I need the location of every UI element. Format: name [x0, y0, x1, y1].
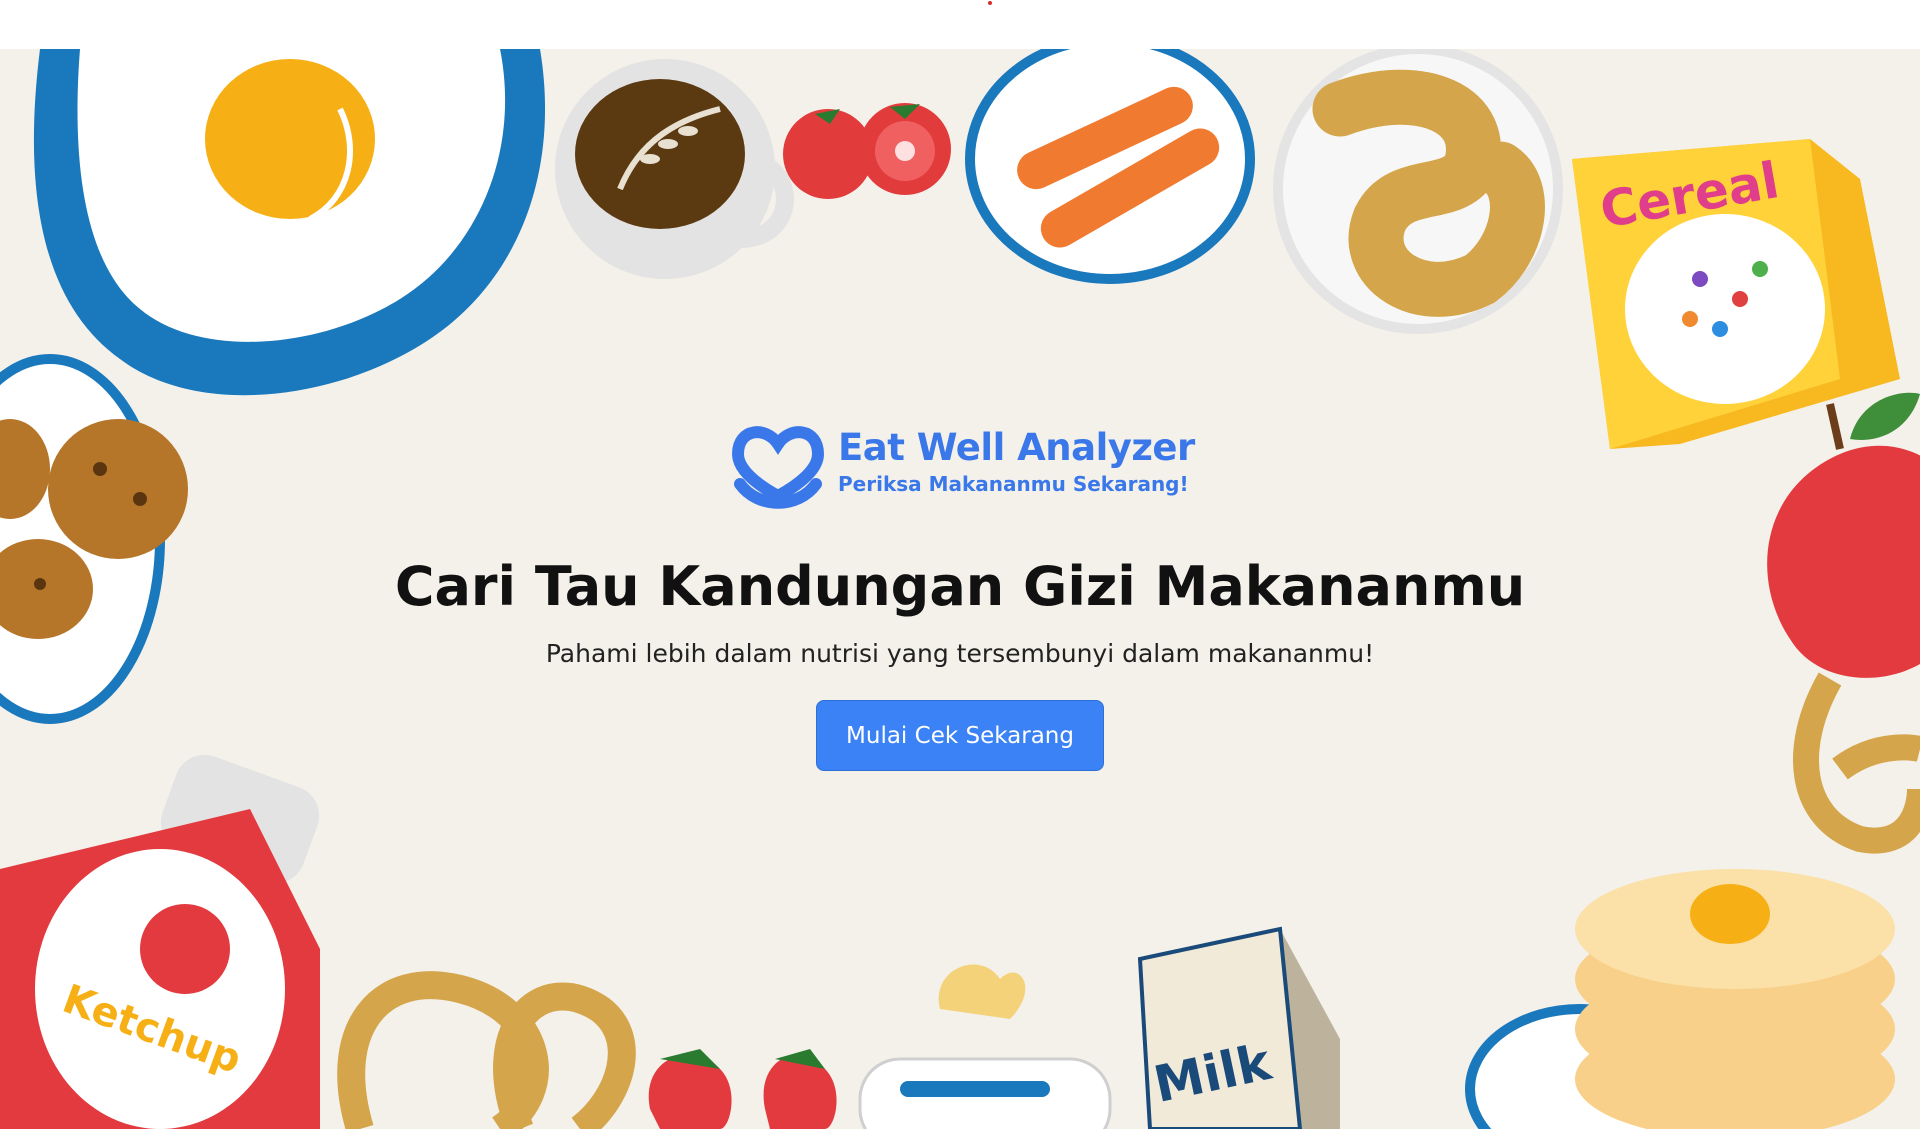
hero-section: Cereal Ketchup Milk Eat Well Analyzer Pe…: [0, 49, 1920, 1129]
start-check-button[interactable]: Mulai Cek Sekarang: [816, 700, 1104, 771]
page-subtitle: Pahami lebih dalam nutrisi yang tersembu…: [545, 639, 1375, 668]
brand-logo: Eat Well Analyzer Periksa Makananmu Seka…: [728, 414, 1195, 514]
sausages-plate-icon: [965, 49, 1255, 284]
heart-logo-icon: [731, 426, 825, 509]
toaster-icon: [858, 964, 1112, 1129]
milk-carton-icon: Milk: [1137, 926, 1340, 1129]
tomatoes-icon: [783, 103, 951, 199]
brand-tagline: Periksa Makananmu Sekarang!: [838, 472, 1189, 496]
apple-icon: [1767, 392, 1920, 678]
fried-egg-icon: [33, 49, 546, 396]
strawberries-icon: [648, 1049, 837, 1129]
coffee-cup-icon: [555, 59, 794, 279]
cereal-box-icon: Cereal: [1572, 139, 1900, 449]
page-title: Cari Tau Kandungan Gizi Makananmu: [394, 555, 1526, 618]
croissant-plate-icon: [1273, 49, 1563, 334]
pretzel-right-icon: [1793, 672, 1920, 854]
brand-name: Eat Well Analyzer: [838, 426, 1195, 469]
ketchup-bottle-icon: Ketchup: [0, 754, 320, 1129]
indicator-dot: [988, 1, 992, 5]
pancakes-icon: [1465, 869, 1895, 1129]
pretzel-left-icon: [337, 971, 636, 1129]
top-bar: [0, 0, 1920, 49]
